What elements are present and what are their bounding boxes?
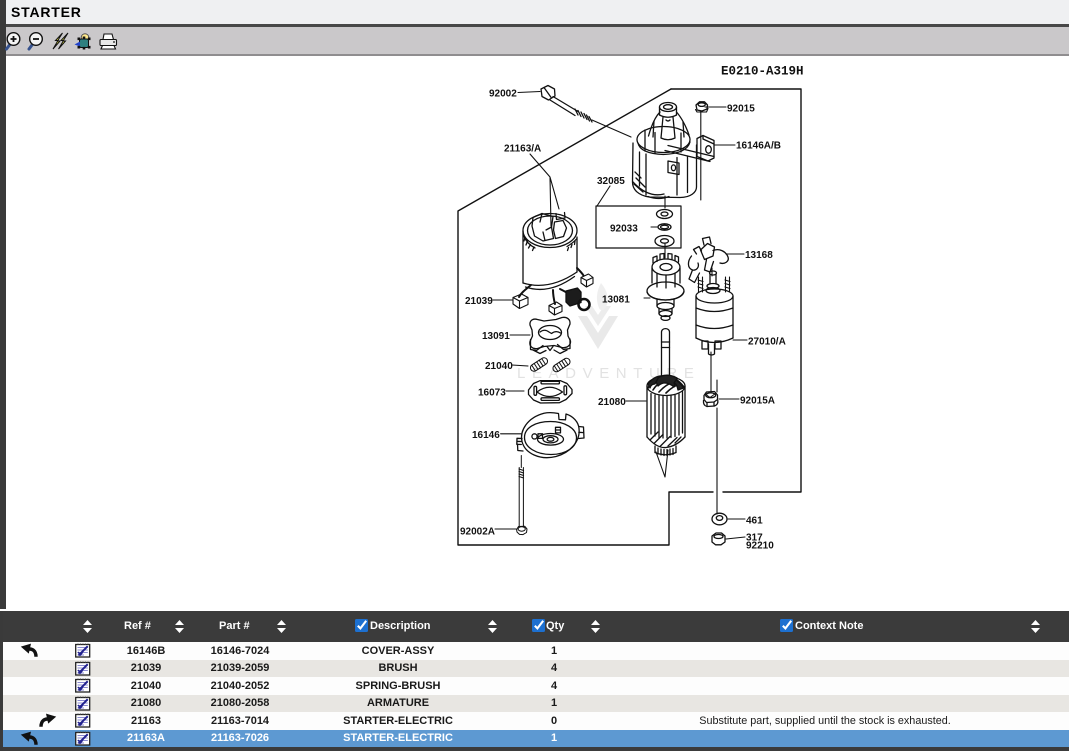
svg-text:21080: 21080: [598, 397, 626, 408]
svg-text:E0210-A319H: E0210-A319H: [721, 65, 804, 79]
svg-text:13091: 13091: [482, 331, 510, 342]
svg-text:21039: 21039: [465, 296, 493, 307]
svg-text:92015A: 92015A: [740, 396, 775, 407]
svg-text:21163/A: 21163/A: [504, 144, 541, 155]
svg-text:16073: 16073: [478, 388, 506, 399]
svg-text:92015: 92015: [727, 104, 755, 115]
svg-text:92210: 92210: [746, 541, 774, 552]
svg-text:92002: 92002: [489, 89, 517, 100]
svg-text:32085: 32085: [597, 176, 625, 187]
svg-text:13168: 13168: [745, 250, 773, 261]
svg-text:461: 461: [746, 516, 763, 527]
svg-text:13081: 13081: [602, 295, 630, 306]
svg-text:92002A: 92002A: [460, 527, 495, 538]
svg-text:16146A/B: 16146A/B: [736, 141, 781, 152]
svg-text:27010/A: 27010/A: [748, 337, 786, 348]
svg-text:16146: 16146: [472, 430, 500, 441]
svg-text:92033: 92033: [610, 224, 638, 235]
svg-text:21040: 21040: [485, 361, 513, 372]
